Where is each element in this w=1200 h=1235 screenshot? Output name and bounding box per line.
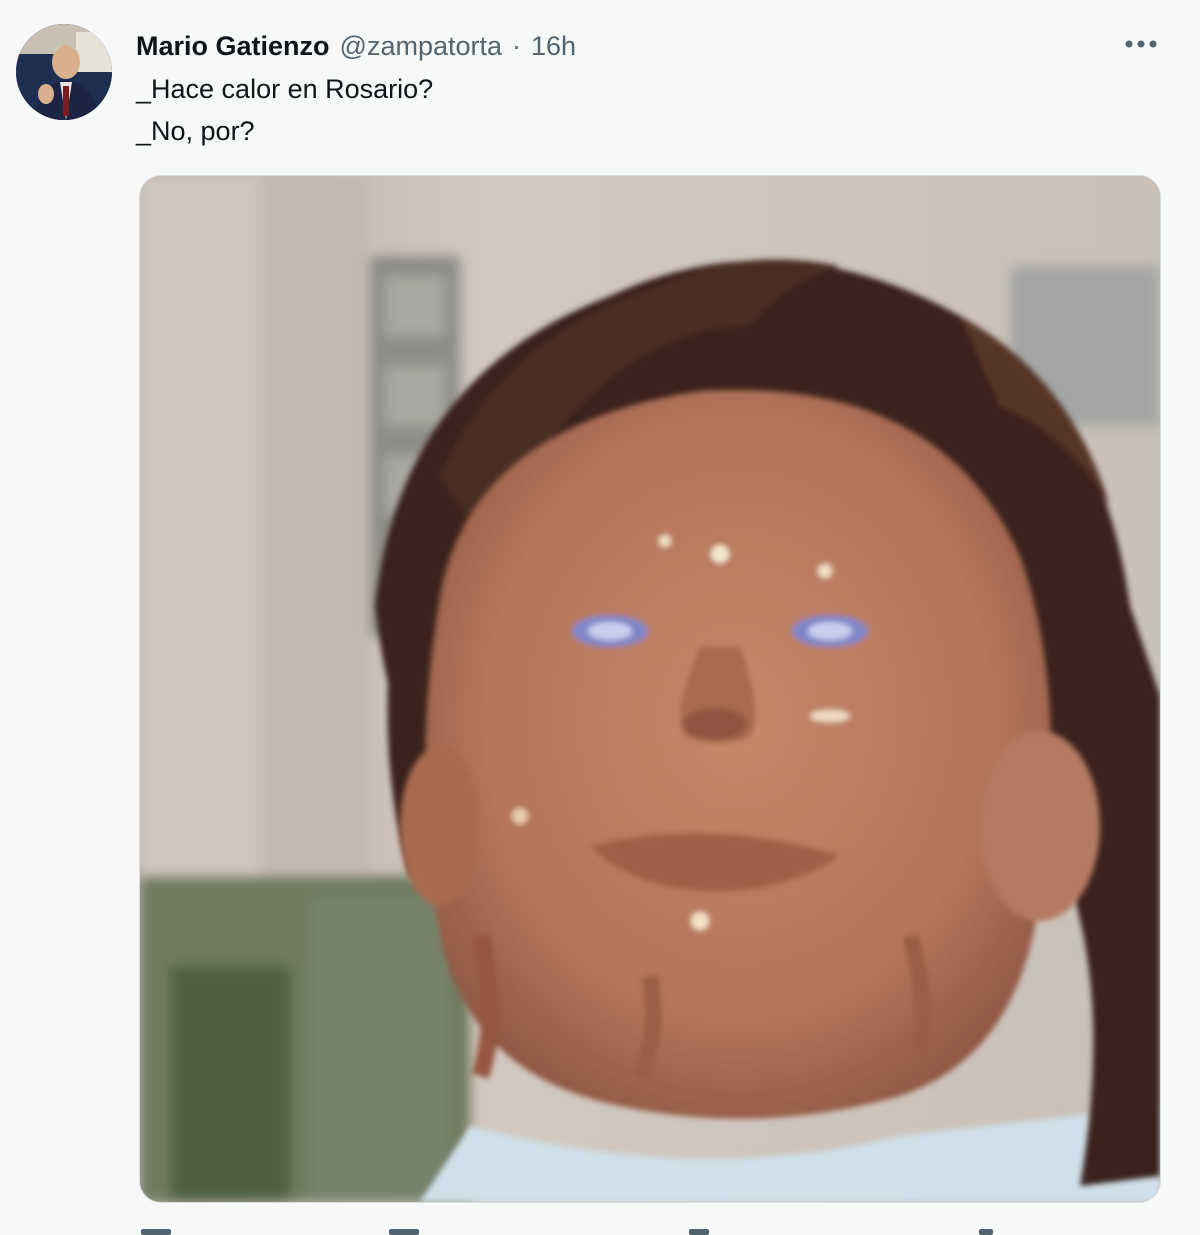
separator-dot: · xyxy=(512,30,522,61)
tweet-card[interactable]: Mario Gatienzo @zampatorta · 16h _Hace c… xyxy=(0,0,1200,1235)
like-icon[interactable] xyxy=(689,1229,709,1235)
reply-icon[interactable] xyxy=(141,1229,171,1235)
share-icon[interactable] xyxy=(979,1229,993,1235)
avatar-image xyxy=(16,24,112,120)
tweet-text: _Hace calor en Rosario? _No, por? xyxy=(136,68,433,152)
tweet-actions-bar xyxy=(139,1225,1159,1235)
timestamp[interactable]: 16h xyxy=(531,31,576,62)
melting-face-photo xyxy=(140,176,1160,1202)
avatar[interactable] xyxy=(16,24,112,120)
more-horizontal-icon xyxy=(1125,40,1157,48)
tweet-text-line: _Hace calor en Rosario? xyxy=(136,74,434,104)
retweet-icon[interactable] xyxy=(389,1229,419,1235)
more-options-button[interactable] xyxy=(1118,24,1164,64)
tweet-header: Mario Gatienzo @zampatorta · 16h xyxy=(136,26,576,66)
tweet-media-image[interactable] xyxy=(139,175,1161,1203)
author-handle[interactable]: @zampatorta xyxy=(340,31,502,62)
author-name[interactable]: Mario Gatienzo xyxy=(136,31,330,62)
tweet-text-line: _No, por? xyxy=(136,116,255,146)
